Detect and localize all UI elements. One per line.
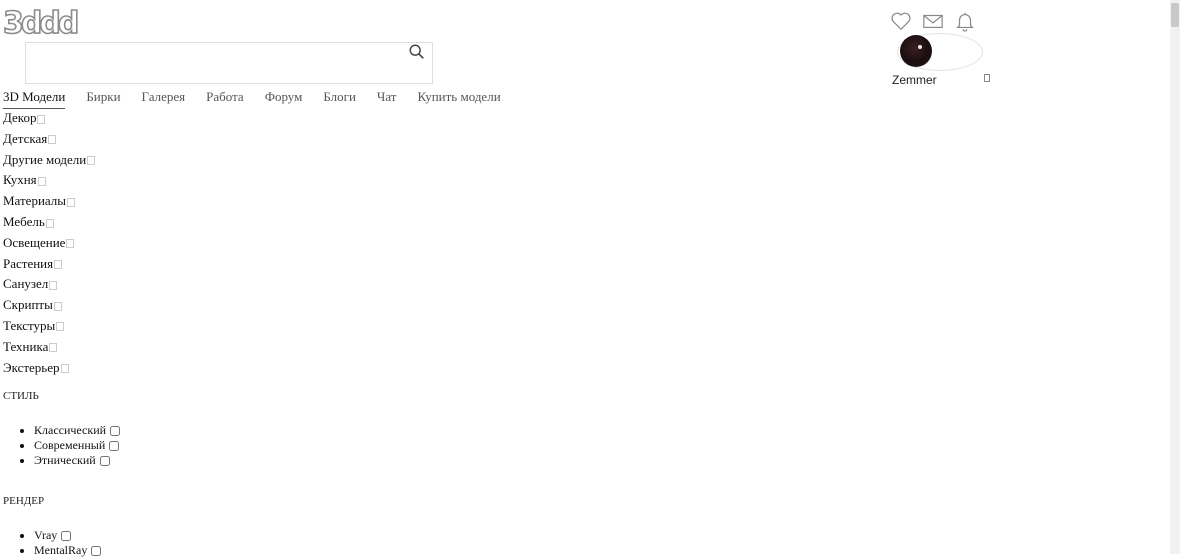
category-label: Детская (3, 130, 48, 146)
filter-label: Классический (34, 423, 107, 437)
category-expand-icon[interactable] (53, 301, 62, 311)
category-label: Другие модели (3, 151, 87, 167)
render-filter-title: РЕНДЕР (3, 495, 45, 507)
category-item[interactable]: Текстуры (3, 316, 95, 337)
list-item: Классический (34, 423, 121, 438)
site-logo[interactable]: 3ddd (2, 8, 80, 40)
filter-label: Vray (34, 528, 58, 542)
category-expand-icon[interactable] (49, 280, 58, 290)
category-item[interactable]: Мебель (3, 212, 95, 233)
category-item[interactable]: Кухня (3, 170, 95, 191)
main-nav: 3D Модели Бирки Галерея Работа Форум Бло… (3, 89, 522, 109)
category-expand-icon[interactable] (56, 322, 65, 332)
category-expand-icon[interactable] (66, 239, 75, 249)
list-item: Современный (34, 438, 120, 453)
style-filter-list: Классический Современный Этнический (16, 423, 121, 468)
scrollbar-thumb[interactable] (1171, 3, 1179, 27)
list-item: Vray (34, 528, 101, 543)
header-icons (890, 10, 986, 32)
category-label: Кухня (3, 172, 37, 188)
search-icon[interactable] (408, 43, 426, 61)
category-label: Скрипты (3, 297, 53, 313)
category-item[interactable]: Экстерьер (3, 358, 95, 379)
category-item[interactable]: Материалы (3, 191, 95, 212)
category-item[interactable]: Санузел (3, 274, 95, 295)
category-expand-icon[interactable] (45, 218, 54, 228)
mail-icon[interactable] (922, 10, 944, 32)
category-item[interactable]: Скрипты (3, 295, 95, 316)
user-menu[interactable] (897, 33, 983, 71)
category-item[interactable]: Растения (3, 254, 95, 275)
nav-item-jobs[interactable]: Работа (206, 89, 244, 109)
filter-checkbox-ethnic[interactable] (99, 456, 110, 467)
bell-icon[interactable] (954, 10, 976, 32)
category-label: Освещение (3, 234, 66, 250)
nav-item-blogs[interactable]: Блоги (323, 89, 356, 109)
search-box (25, 42, 433, 84)
nav-item-chat[interactable]: Чат (377, 89, 397, 109)
category-expand-icon[interactable] (54, 260, 63, 270)
category-label: Мебель (3, 213, 45, 229)
nav-item-3d-models[interactable]: 3D Модели (3, 89, 66, 109)
nav-item-tags[interactable]: Бирки (86, 89, 120, 109)
category-label: Материалы (3, 193, 67, 209)
category-label: Санузел (3, 276, 49, 292)
category-expand-icon[interactable] (37, 114, 46, 124)
category-expand-icon[interactable] (87, 156, 96, 166)
category-list: Декор Детская Другие модели Кухня Матери… (3, 108, 96, 379)
filter-label: Этнический (34, 453, 96, 467)
category-expand-icon[interactable] (60, 364, 69, 374)
nav-item-buy-models[interactable]: Купить модели (418, 89, 501, 109)
category-label: Экстерьер (3, 359, 60, 375)
category-label: Техника (3, 338, 49, 354)
list-item: Этнический (34, 453, 120, 468)
category-expand-icon[interactable] (37, 176, 46, 186)
page-scrollbar[interactable] (1170, 0, 1180, 554)
category-item[interactable]: Декор (3, 108, 95, 129)
list-item: MentalRay (34, 543, 102, 558)
category-label: Декор (3, 110, 37, 125)
filter-label: Современный (34, 438, 106, 452)
username[interactable]: Zemmer (892, 73, 937, 87)
filter-label: MentalRay (34, 543, 88, 557)
category-expand-icon[interactable] (67, 197, 76, 207)
category-item[interactable]: Освещение (3, 233, 95, 254)
filter-checkbox-vray[interactable] (61, 531, 72, 542)
category-item[interactable]: Детская (3, 129, 95, 150)
nav-item-forum[interactable]: Форум (265, 89, 303, 109)
search-input[interactable] (32, 43, 406, 83)
filter-checkbox-classic[interactable] (110, 426, 121, 437)
heart-icon[interactable] (890, 10, 912, 32)
filter-checkbox-modern[interactable] (109, 441, 120, 452)
category-item[interactable]: Другие модели (3, 150, 96, 171)
user-dropdown-icon[interactable] (984, 74, 990, 82)
filter-checkbox-mentalray[interactable] (91, 546, 102, 557)
category-expand-icon[interactable] (48, 135, 57, 145)
category-expand-icon[interactable] (49, 343, 58, 353)
avatar[interactable] (900, 35, 932, 67)
style-filter-title: СТИЛЬ (3, 390, 39, 402)
category-item[interactable]: Техника (3, 337, 95, 358)
nav-item-gallery[interactable]: Галерея (142, 89, 186, 109)
category-label: Текстуры (3, 317, 56, 333)
category-label: Растения (3, 255, 54, 271)
